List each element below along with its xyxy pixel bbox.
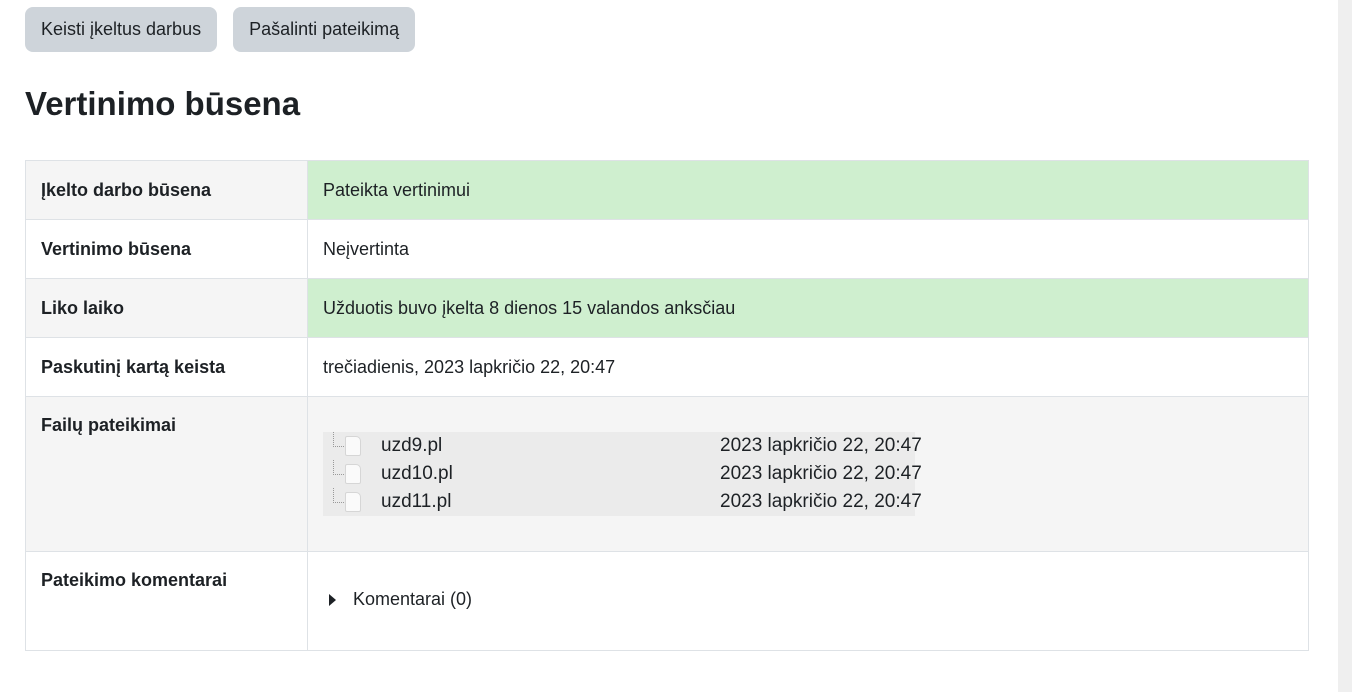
file-date: 2023 lapkričio 22, 20:47 [720,463,922,484]
row-label: Failų pateikimai [25,396,308,552]
row-value: Užduotis buvo įkelta 8 dienos 15 valando… [307,278,1309,338]
row-label: Pateikimo komentarai [25,551,308,651]
file-item: uzd11.pl 2023 lapkričio 22, 20:47 [323,488,922,516]
file-date: 2023 lapkričio 22, 20:47 [720,435,922,456]
edit-submission-button[interactable]: Keisti įkeltus darbus [25,7,218,52]
row-label: Įkelto darbo būsena [25,160,308,220]
action-buttons: Keisti įkeltus darbus Pašalinti pateikim… [25,7,416,52]
row-value: uzd9.pl 2023 lapkričio 22, 20:47 uzd10.p… [307,396,1309,552]
file-icon [345,492,361,512]
table-row-submission-status: Įkelto darbo būsena Pateikta vertinimui [25,160,1309,220]
row-label: Paskutinį kartą keista [25,337,308,397]
row-value: Pateikta vertinimui [307,160,1309,220]
file-item: uzd10.pl 2023 lapkričio 22, 20:47 [323,460,922,488]
row-value: trečiadienis, 2023 lapkričio 22, 20:47 [307,337,1309,397]
table-row-grading-status: Vertinimo būsena Neįvertinta [25,219,1309,279]
remove-submission-button[interactable]: Pašalinti pateikimą [233,7,416,52]
file-link[interactable]: uzd9.pl [381,432,442,460]
file-tree: uzd9.pl 2023 lapkričio 22, 20:47 uzd10.p… [323,432,922,516]
file-icon [345,464,361,484]
submission-status-table: Įkelto darbo būsena Pateikta vertinimui … [25,160,1309,651]
row-label: Vertinimo būsena [25,219,308,279]
row-value: Komentarai (0) [307,551,1309,651]
caret-right-icon [329,593,336,606]
comments-toggle-label: Komentarai (0) [353,589,473,609]
file-date: 2023 lapkričio 22, 20:47 [720,491,922,512]
table-row-file-submissions: Failų pateikimai uzd9.pl 2023 lapkričio … [25,396,1309,552]
table-row-submission-comments: Pateikimo komentarai Komentarai (0) [25,551,1309,651]
file-link[interactable]: uzd10.pl [381,460,453,488]
row-value: Neįvertinta [307,219,1309,279]
comments-toggle[interactable]: Komentarai (0) [329,589,472,610]
table-row-time-remaining: Liko laiko Užduotis buvo įkelta 8 dienos… [25,278,1309,338]
page: Keisti įkeltus darbus Pašalinti pateikim… [0,0,1352,692]
scrollbar[interactable] [1338,0,1352,692]
file-item: uzd9.pl 2023 lapkričio 22, 20:47 [323,432,922,460]
row-label: Liko laiko [25,278,308,338]
file-icon [345,436,361,456]
page-title: Vertinimo būsena [25,85,301,122]
table-row-last-modified: Paskutinį kartą keista trečiadienis, 202… [25,337,1309,397]
file-link[interactable]: uzd11.pl [381,488,451,516]
